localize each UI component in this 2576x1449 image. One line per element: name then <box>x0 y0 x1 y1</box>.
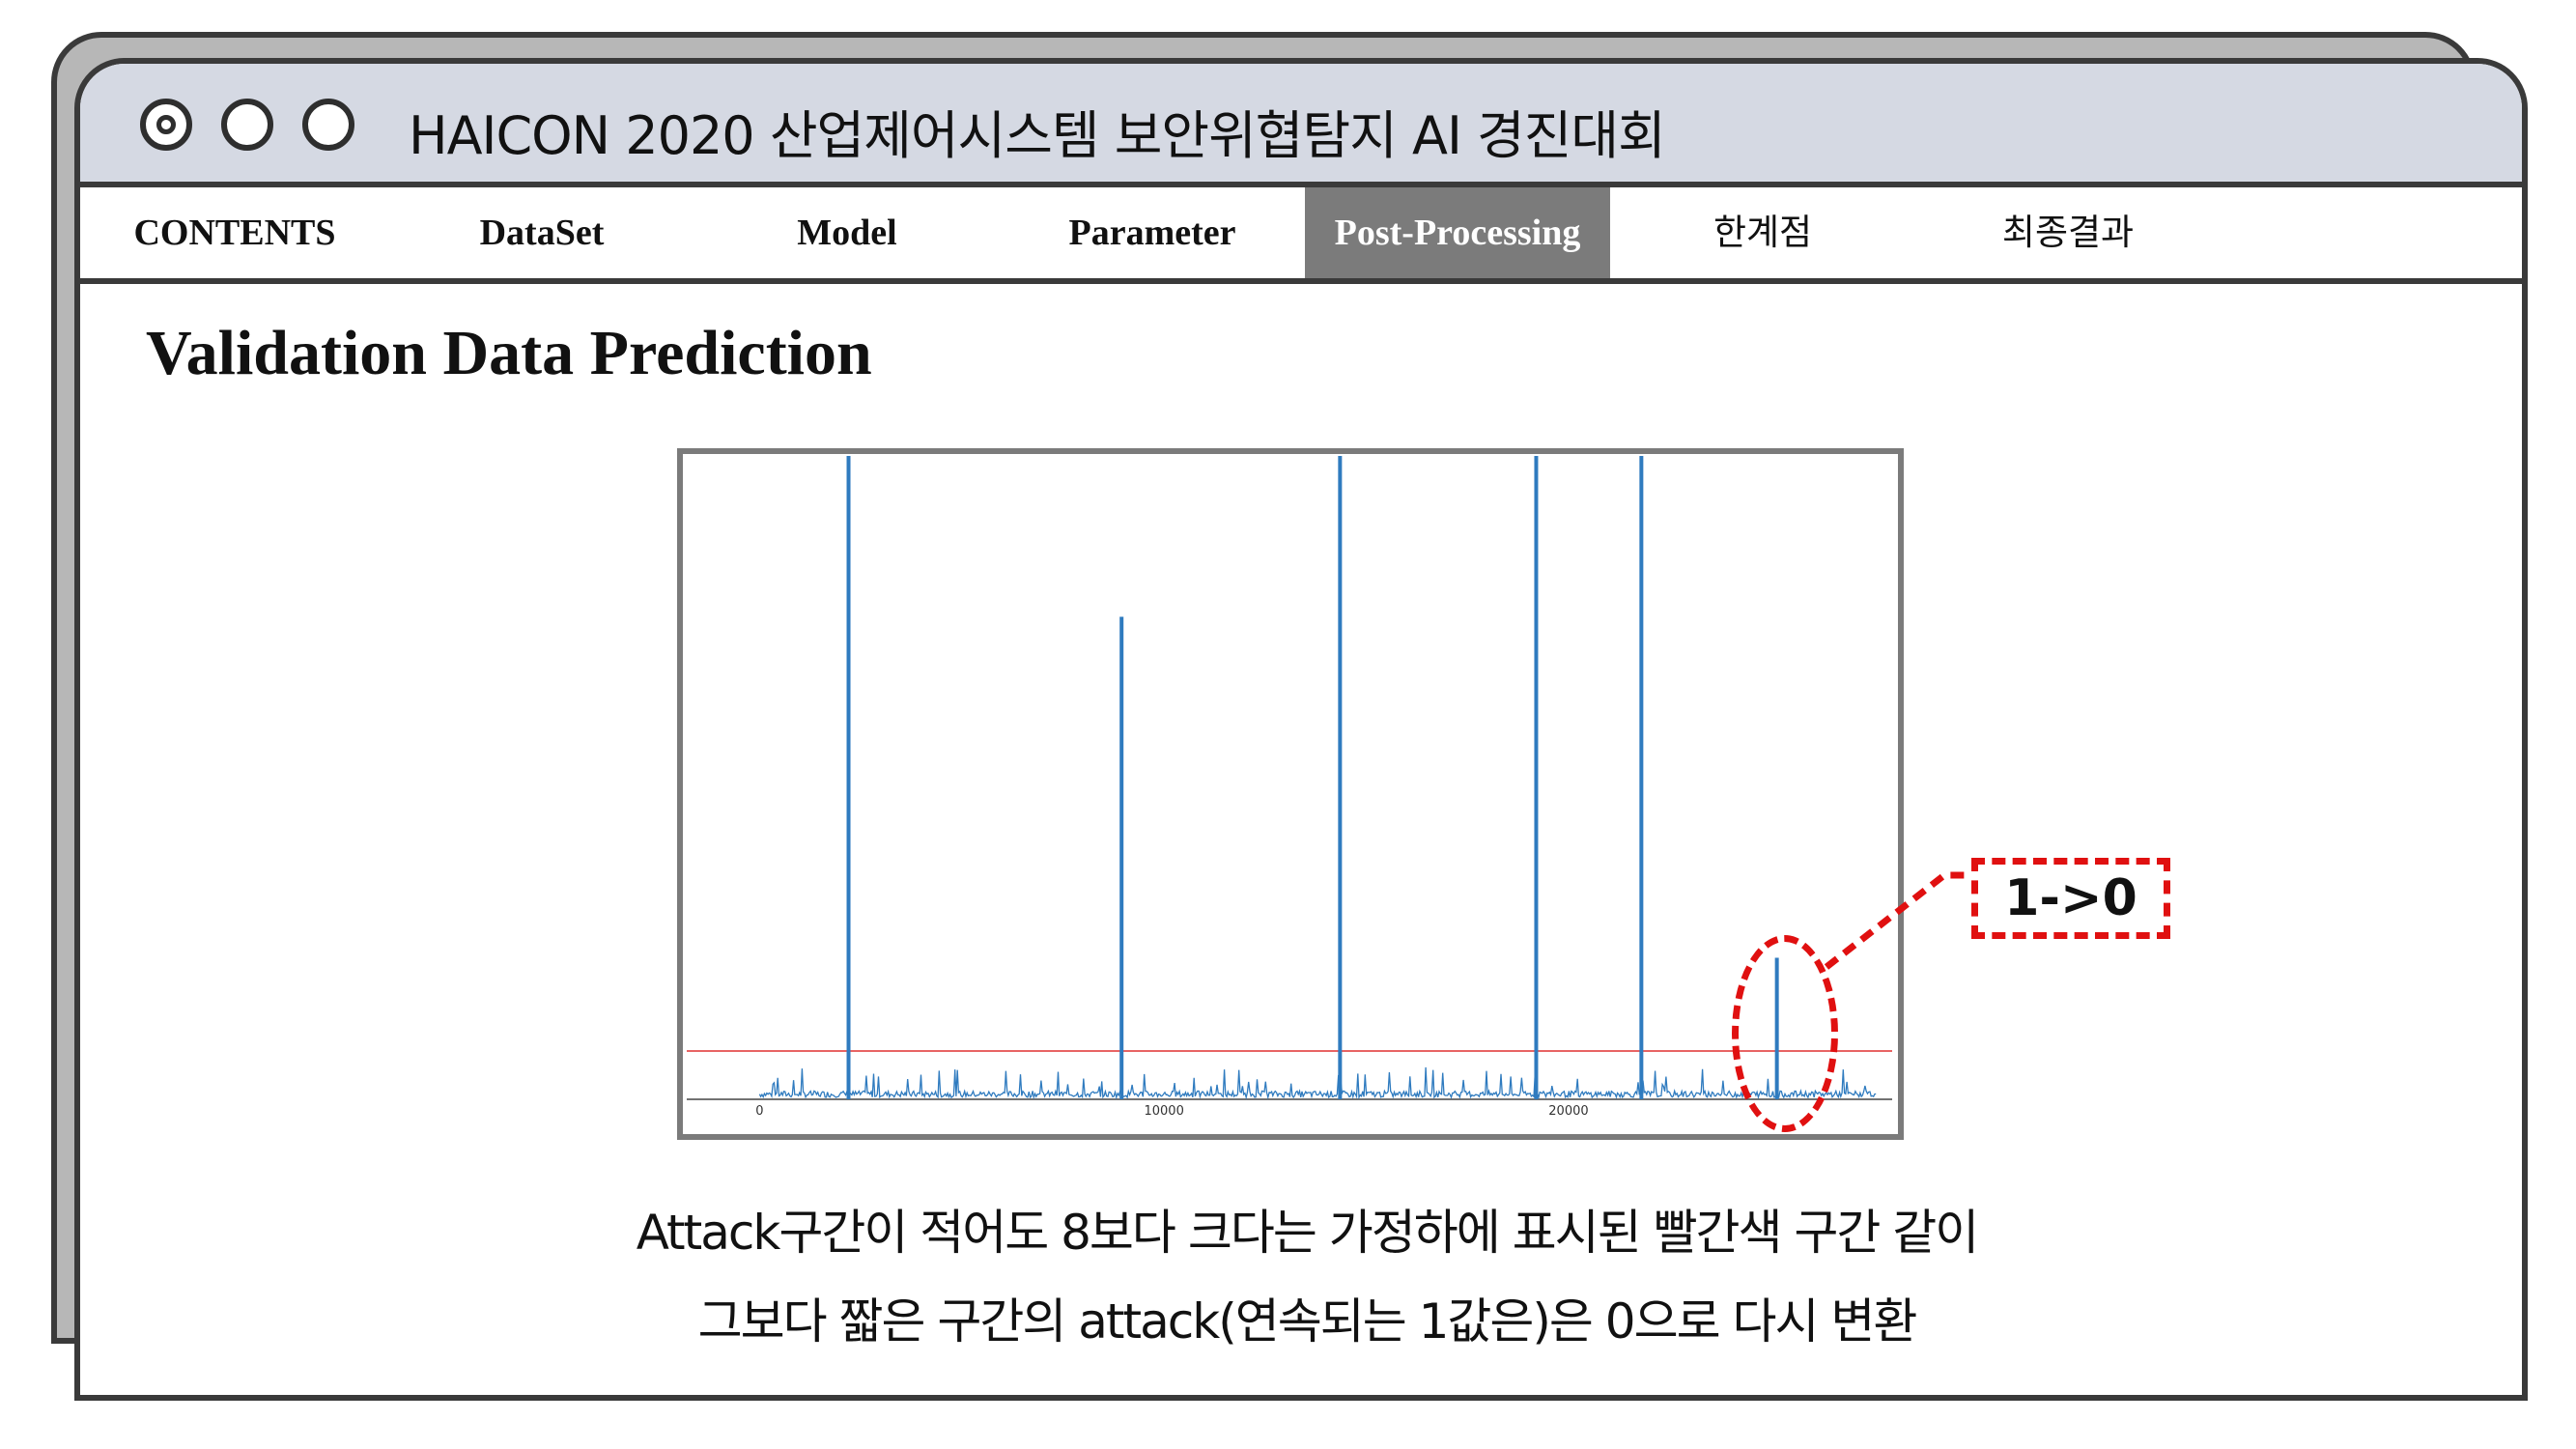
callout-box: 1->0 <box>1971 858 2170 939</box>
caption-line-2: 그보다 짧은 구간의 attack(연속되는 1값은)은 0으로 다시 변환 <box>697 1293 1918 1350</box>
caption-line-1: Attack구간이 적어도 8보다 크다는 가정하에 표시된 빨간색 구간 같이 <box>636 1205 1980 1261</box>
app-window: HAICON 2020 산업제어시스템 보안위협탐지 AI 경진대회 CONTE… <box>74 58 2528 1401</box>
